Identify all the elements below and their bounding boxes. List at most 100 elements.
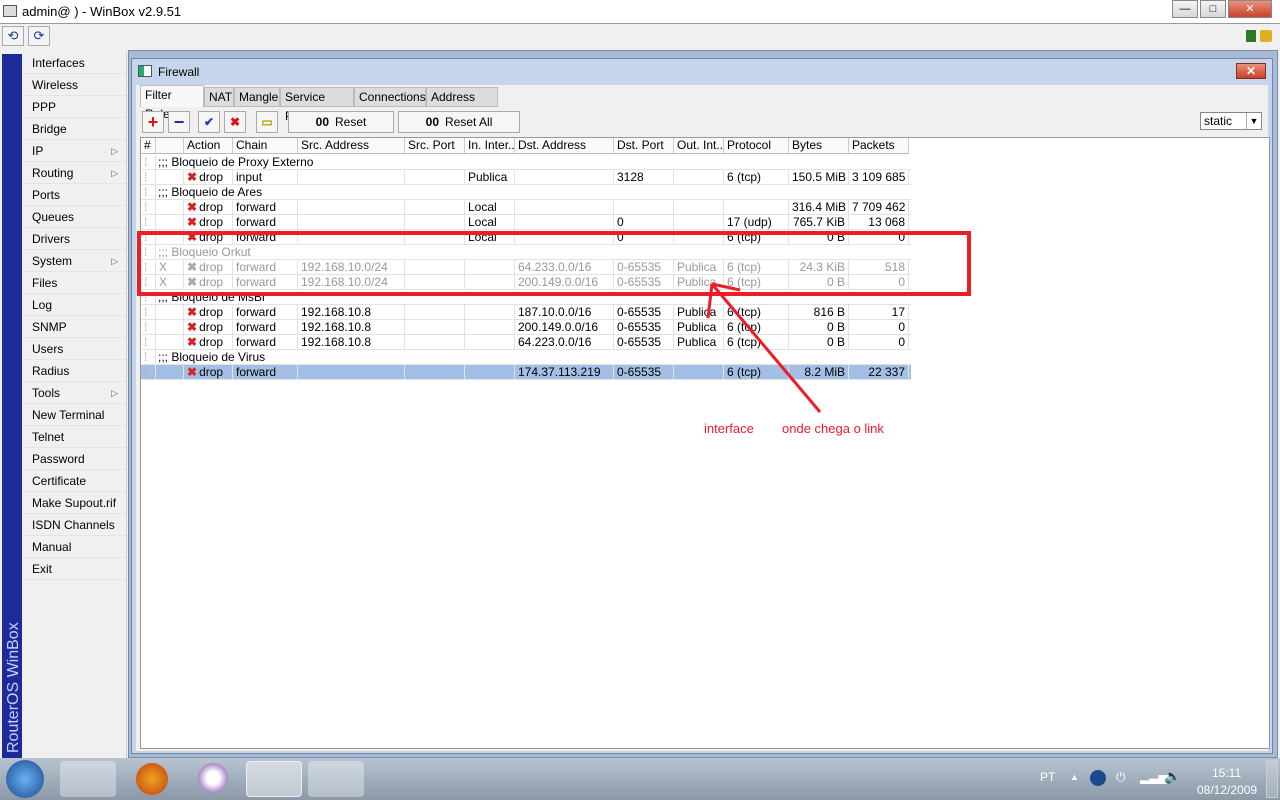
table-row[interactable]: ⁞ ✖ drop forward Local 316.4 MiB 7 709 462 xyxy=(141,200,911,215)
cell-sport xyxy=(405,215,465,230)
filter-select[interactable]: static ▼ xyxy=(1200,112,1262,130)
power-icon[interactable]: ⏻ xyxy=(1116,770,1126,785)
tray-expand-icon[interactable]: ▲ xyxy=(1070,772,1079,782)
column-header-in[interactable]: In. Inter... xyxy=(465,138,515,154)
add-button[interactable]: + xyxy=(142,111,164,133)
column-header-out[interactable]: Out. Int... xyxy=(674,138,724,154)
cell-action: ✖ drop xyxy=(184,215,233,230)
sidebar-item-files[interactable]: Files xyxy=(24,272,126,294)
column-header-proto[interactable]: Protocol xyxy=(724,138,789,154)
winbox-taskbar-icon[interactable] xyxy=(246,761,302,797)
sidebar-item-bridge[interactable]: Bridge xyxy=(24,118,126,140)
in-value: Local xyxy=(468,215,497,229)
cell-sport xyxy=(405,305,465,320)
column-header-dst[interactable]: Dst. Address xyxy=(515,138,614,154)
tab-filter-rules[interactable]: Filter Rules xyxy=(140,85,204,121)
table-row[interactable]: ⁞ ✖ drop input Publica 3128 6 (tcp) 150.5 MiB 3 … xyxy=(141,170,911,185)
column-header-packets[interactable]: Packets xyxy=(849,138,909,154)
start-button[interactable] xyxy=(6,760,44,798)
sidebar-item-label: Manual xyxy=(32,540,72,554)
dport-value: 0-65535 xyxy=(617,305,662,319)
comment-row[interactable]: ⁞;;; Bloqueio de Ares xyxy=(141,185,911,200)
sidebar-item-routing[interactable]: Routing ▷ xyxy=(24,162,126,184)
sidebar-item-interfaces[interactable]: Interfaces xyxy=(24,52,126,74)
cell-src: 192.168.10.8 xyxy=(298,335,405,350)
disable-button[interactable]: ✖ xyxy=(224,111,246,133)
column-header-bytes[interactable]: Bytes xyxy=(789,138,849,154)
sidebar-item-wireless[interactable]: Wireless xyxy=(24,74,126,96)
sidebar-item-telnet[interactable]: Telnet xyxy=(24,426,126,448)
cell-src: 192.168.10.8 xyxy=(298,320,405,335)
clock-time[interactable]: 15:11 xyxy=(1212,766,1241,780)
maximize-button[interactable]: □ xyxy=(1200,0,1226,18)
sidebar-item-manual[interactable]: Manual xyxy=(24,536,126,558)
sidebar-item-ppp[interactable]: PPP xyxy=(24,96,126,118)
app-taskbar-icon[interactable] xyxy=(184,761,240,797)
bytes-value: 765.7 KiB xyxy=(792,215,845,229)
language-indicator[interactable]: PT xyxy=(1040,770,1055,784)
cell-in xyxy=(465,365,515,380)
comment-button[interactable]: ▭ xyxy=(256,111,278,133)
comment-row[interactable]: ⁞;;; Bloqueio de Proxy Externo xyxy=(141,155,911,170)
sidebar-item-password[interactable]: Password xyxy=(24,448,126,470)
redo-button[interactable]: ⟳ xyxy=(28,26,50,46)
column-header-chain[interactable]: Chain xyxy=(233,138,298,154)
tab-connections[interactable]: Connections xyxy=(354,87,426,107)
undo-button[interactable]: ⟲ xyxy=(2,26,24,46)
sidebar-item-drivers[interactable]: Drivers xyxy=(24,228,126,250)
volume-icon[interactable]: 🔈 xyxy=(1164,768,1181,785)
column-header-dport[interactable]: Dst. Port xyxy=(614,138,674,154)
sidebar-item-ports[interactable]: Ports xyxy=(24,184,126,206)
action-value: drop xyxy=(199,200,224,214)
sidebar-item-label: New Terminal xyxy=(32,408,105,422)
tab-nat[interactable]: NAT xyxy=(204,87,234,107)
show-desktop-button[interactable] xyxy=(1266,760,1278,798)
firewall-close-button[interactable]: ✕ xyxy=(1236,63,1266,79)
column-header-sport[interactable]: Src. Port xyxy=(405,138,465,154)
rule-comment: ;;; Bloqueio de Virus xyxy=(158,350,266,364)
row-index: ⁞ xyxy=(141,305,156,320)
tab-mangle[interactable]: Mangle xyxy=(234,87,280,107)
sidebar-item-system[interactable]: System ▷ xyxy=(24,250,126,272)
sidebar-item-radius[interactable]: Radius xyxy=(24,360,126,382)
sidebar-item-ip[interactable]: IP ▷ xyxy=(24,140,126,162)
column-header-src[interactable]: Src. Address xyxy=(298,138,405,154)
chain-value: forward xyxy=(236,215,277,229)
sidebar-item-tools[interactable]: Tools ▷ xyxy=(24,382,126,404)
clock-date[interactable]: 08/12/2009 xyxy=(1197,783,1257,797)
sidebar-item-users[interactable]: Users xyxy=(24,338,126,360)
cell-sport xyxy=(405,365,465,380)
tab-service-ports[interactable]: Service Ports xyxy=(280,87,354,123)
ie-taskbar-icon[interactable] xyxy=(60,761,116,797)
cell-dport: 0-65535 xyxy=(614,320,674,335)
messenger-taskbar-icon[interactable] xyxy=(308,761,364,797)
drop-icon: ✖ xyxy=(187,335,198,349)
remove-button[interactable]: − xyxy=(168,111,190,133)
minimize-button[interactable]: — xyxy=(1172,0,1198,18)
column-header-action[interactable]: Action xyxy=(184,138,233,154)
annotation-interface: interface xyxy=(704,421,754,436)
reset-counters-button[interactable]: 00Reset Counters xyxy=(288,111,394,149)
close-button[interactable]: ✕ xyxy=(1228,0,1272,18)
cell-chain: forward xyxy=(233,215,298,230)
tray-app-icon[interactable] xyxy=(1090,770,1106,786)
sidebar-item-snmp[interactable]: SNMP xyxy=(24,316,126,338)
column-header-num[interactable]: # xyxy=(141,138,156,154)
table-row[interactable]: ⁞ ✖ drop forward Local 0 17 (udp) 765.7 KiB 13 0… xyxy=(141,215,911,230)
sidebar-item-label: Wireless xyxy=(32,78,79,92)
column-header-flag[interactable] xyxy=(156,138,184,154)
sidebar-item-make-supout-rif[interactable]: Make Supout.rif xyxy=(24,492,126,514)
sidebar-item-log[interactable]: Log xyxy=(24,294,126,316)
sidebar-item-queues[interactable]: Queues xyxy=(24,206,126,228)
sidebar-item-certificate[interactable]: Certificate xyxy=(24,470,126,492)
firefox-taskbar-icon[interactable] xyxy=(124,761,180,797)
reset-all-counters-button[interactable]: 00Reset All Counters xyxy=(398,111,520,149)
sidebar-item-label: PPP xyxy=(32,100,57,114)
enable-button[interactable]: ✔ xyxy=(198,111,220,133)
tab-address-lists[interactable]: Address Lists xyxy=(426,87,498,123)
sidebar-item-isdn-channels[interactable]: ISDN Channels xyxy=(24,514,126,536)
filter-value: static xyxy=(1204,114,1233,128)
sidebar-item-exit[interactable]: Exit xyxy=(24,558,126,580)
sidebar-item-new-terminal[interactable]: New Terminal xyxy=(24,404,126,426)
action-value: drop xyxy=(199,335,224,349)
